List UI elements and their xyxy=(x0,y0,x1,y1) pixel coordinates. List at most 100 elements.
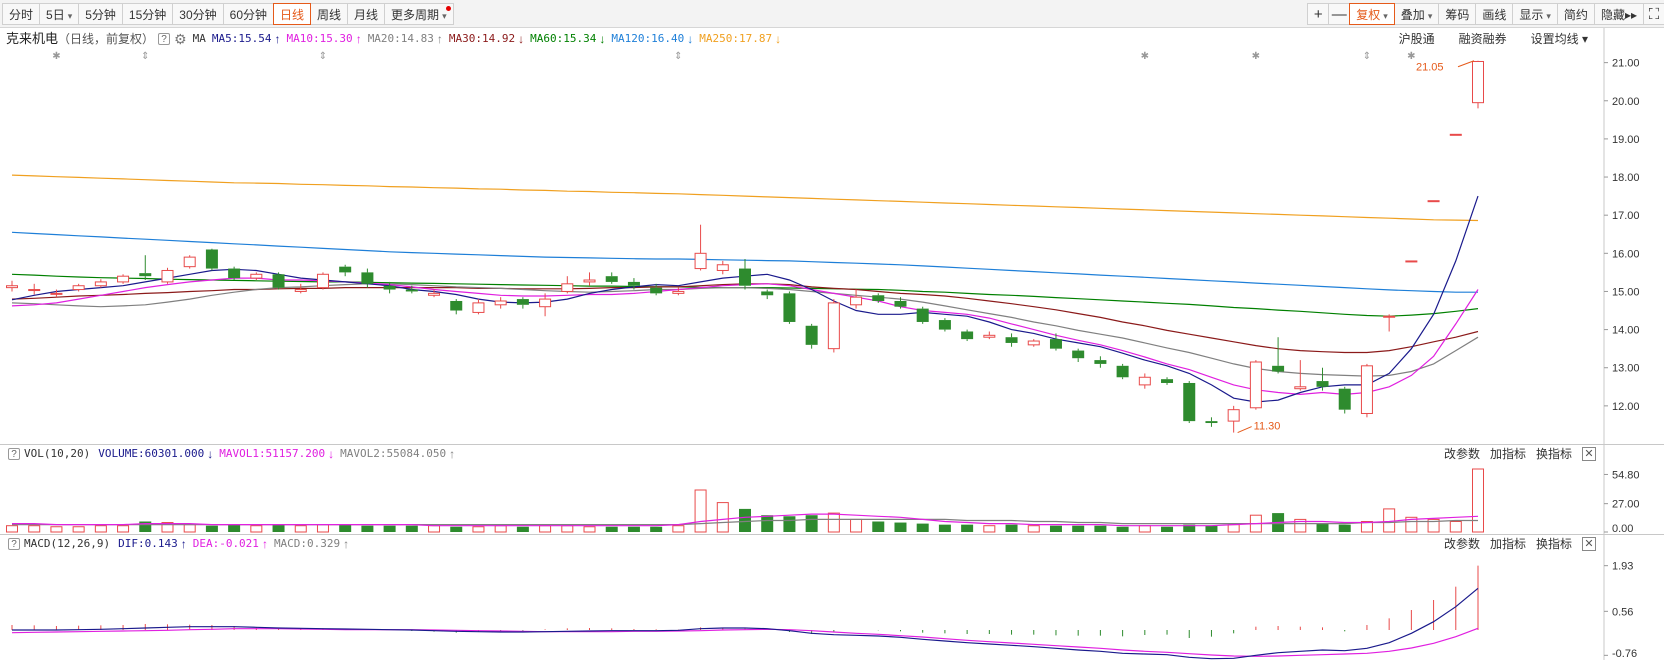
svg-text:21.05: 21.05 xyxy=(1416,62,1444,74)
candle[interactable] xyxy=(28,283,41,295)
candle[interactable] xyxy=(1472,60,1484,109)
volume-bar xyxy=(450,526,463,532)
candle[interactable] xyxy=(94,279,107,288)
event-marker-icon[interactable]: ⇕ xyxy=(141,51,149,62)
y-tick-label: 18.00 xyxy=(1612,172,1640,184)
candle[interactable] xyxy=(494,297,507,309)
candle[interactable] xyxy=(1227,405,1240,433)
y-tick-label: 20.00 xyxy=(1612,96,1640,108)
candle[interactable] xyxy=(1316,367,1329,391)
candle[interactable] xyxy=(472,299,485,315)
candle[interactable] xyxy=(805,323,818,349)
candle[interactable] xyxy=(850,289,863,309)
volume-bar xyxy=(894,522,907,532)
candle[interactable] xyxy=(272,272,285,290)
volume-bar xyxy=(339,524,352,532)
candle[interactable] xyxy=(1294,360,1307,391)
candle[interactable] xyxy=(916,306,929,324)
candle[interactable] xyxy=(516,297,529,309)
candle[interactable] xyxy=(694,224,707,271)
candle[interactable] xyxy=(316,272,329,290)
candle[interactable] xyxy=(1205,417,1218,427)
candle[interactable] xyxy=(827,299,840,353)
price-annotation: 11.30 xyxy=(1237,421,1280,434)
volume-bar xyxy=(117,525,130,533)
volume-bar xyxy=(539,525,552,533)
volume-bar xyxy=(805,515,818,532)
event-marker-icon[interactable]: ✱ xyxy=(1252,51,1260,62)
candle[interactable] xyxy=(583,272,596,286)
tool-button-0[interactable]: 复权 ▾ xyxy=(1349,3,1395,25)
candle[interactable] xyxy=(339,264,352,277)
candle[interactable] xyxy=(1338,386,1351,414)
volume-bar xyxy=(605,526,618,532)
volume-bar xyxy=(561,525,574,533)
volume-bar xyxy=(850,518,863,533)
candle[interactable] xyxy=(1138,373,1151,389)
candle[interactable] xyxy=(561,276,574,294)
kline-chart[interactable]: 21.00 20.00 19.00 18.00 17.00 16.00 15.00 14.00… xyxy=(0,0,1664,660)
candle[interactable] xyxy=(1072,348,1085,363)
ma250-line xyxy=(11,174,1479,222)
candle[interactable] xyxy=(1027,339,1040,347)
candle[interactable] xyxy=(1383,314,1396,332)
event-marker-icon[interactable]: ✱ xyxy=(1141,51,1149,62)
candle[interactable] xyxy=(1449,133,1462,136)
volume-bar xyxy=(383,525,396,532)
volume-bar xyxy=(583,526,596,533)
event-marker-icon[interactable]: ⇕ xyxy=(674,51,682,62)
candle[interactable] xyxy=(139,255,152,281)
candle[interactable] xyxy=(1005,333,1018,347)
period-tab-6[interactable]: 日线 xyxy=(273,3,312,25)
candle[interactable] xyxy=(1360,363,1373,418)
candle[interactable] xyxy=(739,259,751,290)
y-tick-label: 15.00 xyxy=(1612,286,1640,298)
vol-y-tick-label: 0.00 xyxy=(1612,523,1633,535)
candle[interactable] xyxy=(1094,356,1107,368)
ma30-line xyxy=(11,283,1479,354)
volume-bar xyxy=(1316,523,1329,532)
candle[interactable] xyxy=(6,280,18,292)
candle[interactable] xyxy=(1272,337,1285,374)
candle[interactable] xyxy=(605,272,618,284)
candle[interactable] xyxy=(983,331,996,340)
volume-bar xyxy=(228,524,241,532)
y-tick-label: 19.00 xyxy=(1612,134,1640,146)
volume-bar xyxy=(1027,525,1040,533)
candle[interactable] xyxy=(228,266,241,281)
candle[interactable] xyxy=(1427,200,1440,203)
tool-button-label: 复权 xyxy=(1356,8,1381,22)
candle[interactable] xyxy=(938,318,951,332)
volume-bar xyxy=(1338,524,1351,532)
volume-bar xyxy=(650,526,663,532)
event-marker-icon[interactable]: ⇕ xyxy=(319,51,327,62)
candle[interactable] xyxy=(1183,381,1196,424)
candle[interactable] xyxy=(450,299,463,315)
candle[interactable] xyxy=(1161,377,1174,385)
volume-bar xyxy=(1472,468,1484,533)
candle[interactable] xyxy=(161,267,174,284)
macd-y-tick-label: -0.76 xyxy=(1612,648,1637,660)
caret-down-icon: ▾ xyxy=(1383,11,1388,21)
volume-bar xyxy=(272,524,285,532)
volume-bar xyxy=(1072,525,1085,532)
candle[interactable] xyxy=(361,268,374,288)
candle[interactable] xyxy=(1405,260,1418,263)
candle[interactable] xyxy=(539,293,552,317)
candle[interactable] xyxy=(183,255,196,269)
event-marker-icon[interactable]: ✱ xyxy=(52,51,60,62)
event-marker-icon[interactable]: ✱ xyxy=(1407,51,1415,62)
candle[interactable] xyxy=(783,291,796,324)
event-marker-icon[interactable]: ⇕ xyxy=(1363,51,1371,62)
volume-bar xyxy=(694,489,707,533)
candle[interactable] xyxy=(205,248,218,271)
y-tick-label: 21.00 xyxy=(1612,58,1640,70)
candle[interactable] xyxy=(961,329,974,342)
volume-bar xyxy=(50,526,63,533)
volume-bar xyxy=(1449,521,1462,533)
candle[interactable] xyxy=(1249,360,1262,410)
candle[interactable] xyxy=(716,260,729,275)
candle[interactable] xyxy=(1116,363,1129,380)
candle[interactable] xyxy=(117,274,130,284)
candle[interactable] xyxy=(761,289,774,300)
